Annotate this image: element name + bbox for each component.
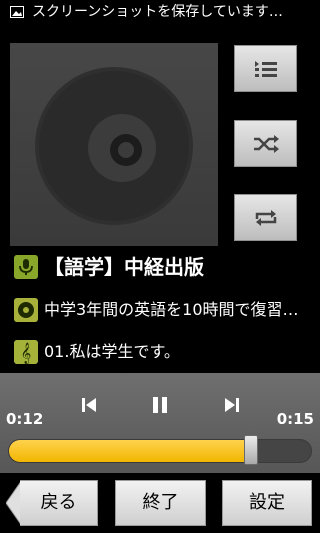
image-icon	[10, 6, 24, 18]
seek-bar-fill	[9, 440, 253, 462]
cd-icon	[14, 298, 38, 322]
microphone-icon	[14, 255, 38, 279]
next-track-button[interactable]	[220, 393, 244, 417]
svg-text:𝄞: 𝄞	[21, 343, 32, 364]
back-button[interactable]: 戻る	[20, 480, 98, 526]
disc-icon	[35, 67, 193, 225]
end-button[interactable]: 終了	[115, 480, 206, 526]
total-time: 0:15	[276, 410, 314, 428]
shuffle-icon	[253, 134, 279, 153]
status-bar: スクリーンショットを保存しています…	[0, 0, 320, 25]
album-art	[10, 43, 218, 246]
category-title: 【語学】中経出版	[44, 255, 204, 279]
seek-bar[interactable]	[8, 439, 312, 463]
seek-bar-handle[interactable]	[244, 435, 259, 465]
repeat-button[interactable]	[234, 194, 297, 241]
status-notification-text: スクリーンショットを保存しています…	[32, 4, 283, 20]
album-title: 中学3年間の英語を10時間で復習する本	[44, 300, 312, 319]
track-row: 𝄞 01.私は学生です。	[14, 339, 314, 365]
playlist-button[interactable]	[234, 45, 297, 92]
track-title: 01.私は学生です。	[44, 342, 180, 361]
repeat-icon	[255, 209, 276, 226]
treble-clef-icon: 𝄞	[14, 340, 38, 364]
shuffle-button[interactable]	[234, 120, 297, 167]
settings-button[interactable]: 設定	[222, 480, 312, 526]
album-row: 中学3年間の英語を10時間で復習する本	[14, 297, 314, 323]
category-row: 【語学】中経出版	[14, 254, 314, 280]
previous-track-button[interactable]	[77, 393, 101, 417]
current-time: 0:12	[6, 410, 44, 428]
list-icon	[254, 60, 277, 77]
player-controls: 0:12 0:15	[0, 373, 320, 473]
pause-button[interactable]	[148, 393, 172, 417]
